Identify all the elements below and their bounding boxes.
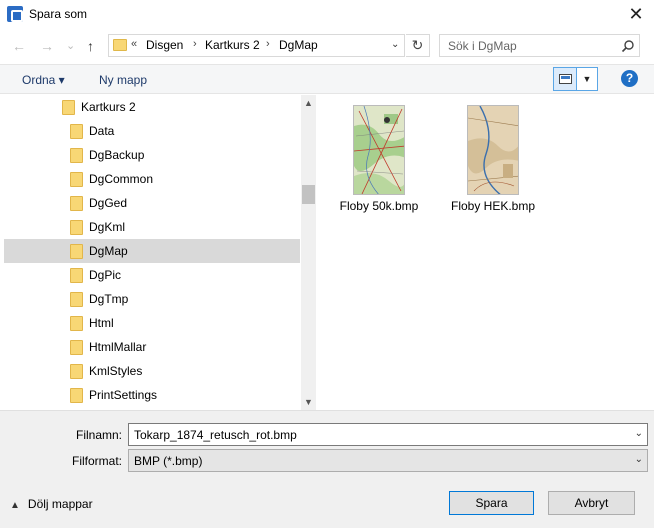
hide-folders-label: Dölj mappar [27, 497, 93, 511]
breadcrumb-disgen[interactable]: Disgen [146, 38, 183, 52]
breadcrumb-separator[interactable]: › [193, 38, 197, 50]
folder-icon [70, 316, 83, 331]
file-list: Floby 50k.bmp Floby HEK.bmp [317, 95, 654, 410]
tree-item-label: DgCommon [89, 172, 154, 186]
address-dropdown[interactable]: ⌄ [391, 39, 399, 50]
file-thumbnail [467, 105, 519, 195]
breadcrumb-kartkurs[interactable]: Kartkurs 2 [205, 38, 260, 52]
tree-item[interactable]: Kartkurs 2 [4, 95, 300, 119]
format-value: BMP (*.bmp) [134, 454, 203, 468]
tree-item[interactable]: DgBackup [4, 143, 300, 167]
close-button[interactable]: ✕ [622, 2, 650, 26]
tree-item-label: Data [89, 124, 115, 138]
recent-locations-button[interactable]: ⌄ [66, 36, 75, 56]
folder-icon [70, 292, 83, 307]
organize-menu[interactable]: Ordna ▾ [22, 73, 65, 87]
search-icon[interactable] [621, 39, 635, 53]
file-item[interactable]: Floby 50k.bmp [331, 103, 427, 215]
folder-icon [70, 364, 83, 379]
search-placeholder: Sök i DgMap [448, 39, 517, 53]
format-select[interactable]: BMP (*.bmp) ⌄ [128, 449, 648, 472]
folder-icon [70, 244, 83, 259]
tree-item[interactable]: PrintSettings [4, 383, 300, 407]
folder-icon [113, 39, 127, 51]
address-bar[interactable]: « Disgen › Kartkurs 2 › DgMap ⌄ [108, 34, 405, 57]
filename-field[interactable]: Tokarp_1874_retusch_rot.bmp ⌄ [128, 423, 648, 446]
folder-icon [70, 124, 83, 139]
hide-folders-toggle[interactable]: ▲ Dölj mappar [10, 497, 93, 511]
tree-item[interactable]: KmlStyles [4, 359, 300, 383]
tree-item-label: DgBackup [89, 148, 145, 162]
tree-item-label: DgGed [89, 196, 128, 210]
save-button[interactable]: Spara [449, 491, 534, 515]
file-name: Floby HEK.bmp [450, 199, 536, 213]
scroll-down-button[interactable]: ▼ [301, 394, 316, 410]
folder-icon [70, 220, 83, 235]
tree-item-label: Html [89, 316, 114, 330]
tree-item[interactable]: DgMap [4, 239, 300, 263]
tree-item[interactable]: DgTmp [4, 287, 300, 311]
tree-item[interactable]: DgGed [4, 191, 300, 215]
tree-item-label: DgPic [89, 268, 122, 282]
chevron-up-icon: ▲ [10, 500, 20, 511]
file-name: Floby 50k.bmp [339, 199, 419, 213]
new-folder-button[interactable]: Ny mapp [99, 73, 147, 87]
file-thumbnail [353, 105, 405, 195]
filename-value[interactable]: Tokarp_1874_retusch_rot.bmp [134, 428, 297, 442]
view-icon [559, 74, 572, 84]
tree-item-label: DgKml [89, 220, 126, 234]
tree-item-label: PrintSettings [89, 388, 158, 402]
tree-item-label: DgTmp [89, 292, 129, 306]
tree-item[interactable]: HtmlMallar [4, 335, 300, 359]
view-options-dropdown[interactable]: ▼ [577, 67, 598, 91]
window-title: Spara som [29, 7, 88, 21]
title-bar: Spara som ✕ [0, 0, 654, 30]
scroll-up-button[interactable]: ▲ [301, 95, 316, 111]
breadcrumb-dgmap[interactable]: DgMap [279, 38, 318, 52]
folder-icon [70, 148, 83, 163]
save-options-panel: Filnamn: Tokarp_1874_retusch_rot.bmp ⌄ F… [0, 410, 654, 528]
breadcrumb-separator[interactable]: › [266, 38, 270, 50]
folder-icon [70, 388, 83, 403]
tree-item[interactable]: DgPic [4, 263, 300, 287]
tree-item[interactable]: Html [4, 311, 300, 335]
tree-item-label: Kartkurs 2 [81, 100, 136, 114]
tree-item-label: KmlStyles [89, 364, 143, 378]
help-button[interactable]: ? [621, 70, 638, 87]
filename-label: Filnamn: [76, 428, 123, 442]
tree-scrollbar[interactable]: ▲ ▼ [301, 95, 316, 410]
change-view-button[interactable] [553, 67, 577, 91]
address-prefix[interactable]: « [131, 38, 137, 50]
app-icon [7, 6, 23, 22]
scrollbar-thumb[interactable] [302, 185, 315, 204]
tree-item[interactable]: Data [4, 119, 300, 143]
folder-tree: Kartkurs 2 Data DgBackup DgCommon DgGed DgKml… [4, 95, 301, 410]
forward-button[interactable]: → [40, 36, 54, 56]
tree-item-label: DgMap [89, 244, 128, 258]
up-button[interactable]: ↑ [87, 36, 94, 56]
tree-item[interactable]: DgKml [4, 215, 300, 239]
refresh-button[interactable]: ↻ [406, 34, 430, 57]
format-dropdown[interactable]: ⌄ [635, 454, 643, 465]
back-button[interactable]: ← [12, 36, 26, 56]
folder-icon [62, 100, 75, 115]
folder-icon [70, 172, 83, 187]
format-label: Filformat: [72, 454, 123, 468]
folder-icon [70, 196, 83, 211]
file-item[interactable]: Floby HEK.bmp [445, 103, 541, 215]
tree-item[interactable]: DgCommon [4, 167, 300, 191]
cancel-button[interactable]: Avbryt [548, 491, 635, 515]
folder-icon [70, 268, 83, 283]
filename-history-dropdown[interactable]: ⌄ [635, 428, 643, 439]
tree-item-label: HtmlMallar [89, 340, 147, 354]
folder-icon [70, 340, 83, 355]
search-input[interactable]: Sök i DgMap [439, 34, 640, 57]
